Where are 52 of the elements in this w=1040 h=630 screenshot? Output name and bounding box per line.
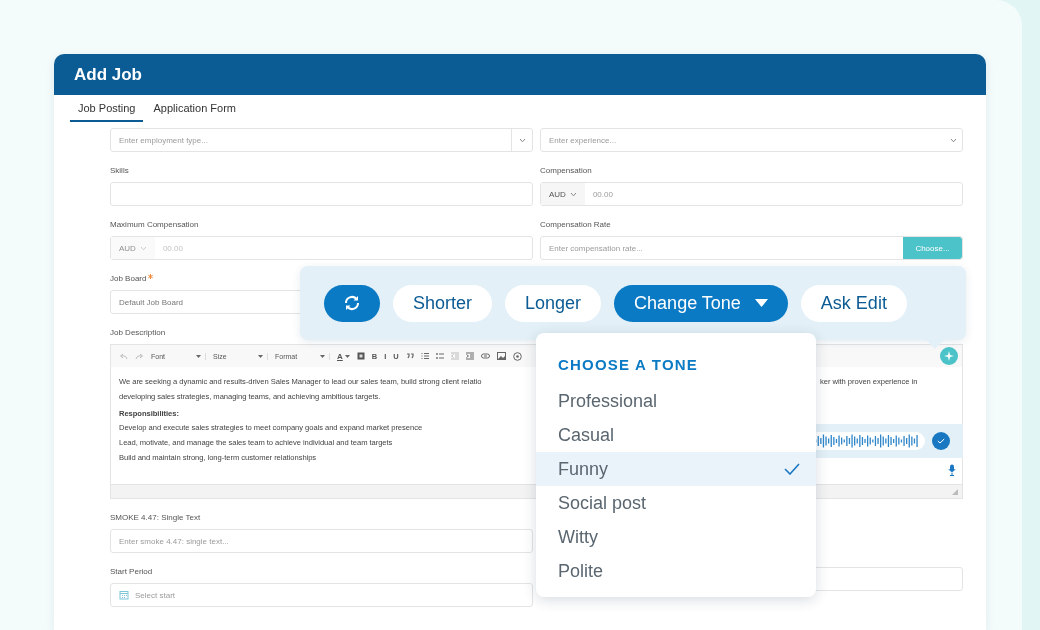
caret-icon [258,354,263,358]
field-label: Start Period [110,567,153,576]
field-label: Compensation [540,166,592,175]
menu-item[interactable]: Witty [536,520,816,554]
caret-icon [754,299,768,307]
menu-item[interactable]: Professional [536,384,816,418]
link-icon [480,353,490,359]
image-icon [496,352,506,360]
outdent-icon [450,352,459,360]
menu-item[interactable]: Polite [536,554,816,588]
refresh-icon [343,294,361,312]
menu-item[interactable]: Casual [536,418,816,452]
highlight-icon [356,352,365,360]
caret-icon [320,354,325,358]
indent-icon [465,352,474,360]
calendar-icon [119,590,129,600]
field-label: SMOKE 4.47: Single Text [110,513,201,522]
field-label: Job Board [110,274,147,283]
check-icon [784,463,800,475]
text-color-button[interactable]: A [337,351,350,361]
numbered-list-icon [420,352,429,360]
field-label: Skills [110,166,129,175]
ai-action-button[interactable]: Ask Edit [800,284,907,322]
caret-icon [344,354,350,358]
redo-icon [135,352,144,360]
chevron-icon [518,137,526,143]
tone-dropdown-button[interactable]: Change Tone [614,284,788,322]
quote-icon [405,353,414,359]
tab[interactable]: Application Form [145,99,245,122]
menu-heading: CHOOSE A TONE [557,355,700,375]
microphone-icon[interactable] [948,464,956,476]
tab[interactable]: Job Posting [70,99,144,122]
field-label: Compensation Rate [540,220,611,229]
window-title: Add Job [74,64,142,85]
input-field[interactable] [110,182,533,206]
check-icon [937,438,945,444]
chevron-icon [949,137,957,143]
play-circle-icon [512,351,522,361]
regenerate-button[interactable] [324,284,380,322]
ai-action-button[interactable]: Shorter [393,284,493,322]
undo-icon [119,352,128,360]
confirm-button[interactable] [932,432,950,450]
ai-action-button[interactable]: Longer [505,284,602,322]
sparkle-icon [944,351,954,361]
field-label: Job Description [110,328,166,337]
resize-handle-icon [952,489,958,495]
menu-item[interactable]: Funny [536,452,816,486]
ai-assist-button[interactable] [940,347,958,365]
bullet-list-icon [435,352,444,360]
field-label: Maximum Compensation [110,220,199,229]
caret-icon [196,354,201,358]
menu-item[interactable]: Social post [536,486,816,520]
